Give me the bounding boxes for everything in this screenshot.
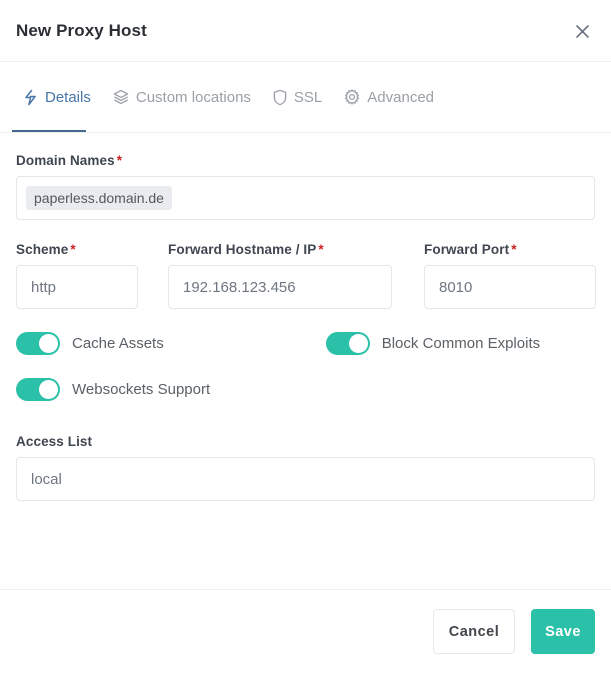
cache-assets-toggle[interactable] [16,332,60,355]
forward-hostname-input[interactable]: 192.168.123.456 [168,265,392,309]
access-list-label: Access List [16,434,93,449]
toggle-row-two: Websockets Support [16,378,595,401]
domain-names-label: Domain Names * [16,153,123,168]
required-marker: * [318,242,324,257]
forward-hostname-label: Forward Hostname / IP * [168,242,324,257]
access-list-select[interactable]: local [16,457,595,501]
gear-icon [344,89,360,105]
layers-icon [113,89,129,105]
block-common-exploits-toggle[interactable] [325,332,370,355]
tab-bar: Details Custom locations SSL Advanced [0,62,611,132]
active-tab-indicator [12,130,86,132]
forward-settings-row: Scheme * http Forward Hostname / IP * 192.… [16,242,596,309]
access-list-field: Access List local [16,434,595,501]
scheme-input[interactable]: http [16,265,138,309]
page-title: New Proxy Host [16,20,147,40]
new-proxy-host-modal: New Proxy Host Details Custom locations … [0,0,611,673]
required-marker: * [511,242,517,257]
forward-port-label: Forward Port * [424,242,517,257]
tab-details-label: Details [45,88,91,106]
block-common-exploits-group: Block Common Exploits [325,332,541,355]
modal-header: New Proxy Host [0,0,611,61]
tab-custom-locations-label: Custom locations [135,88,251,106]
required-marker: * [70,242,76,257]
scheme-label: Scheme * [16,242,76,257]
tab-details[interactable]: Details [12,62,102,132]
save-button[interactable]: Save [531,609,595,654]
forward-port-field: Forward Port * 8010 [424,242,596,309]
tab-ssl-label: SSL [293,88,323,106]
required-marker: * [116,153,123,168]
scheme-field: Scheme * http [16,242,138,309]
modal-body: Domain Names * paperless.domain.de Scheme… [0,133,611,589]
tab-ssl[interactable]: SSL [262,62,333,132]
domain-tag[interactable]: paperless.domain.de [26,185,172,211]
tab-advanced-label: Advanced [367,88,434,106]
websockets-support-group: Websockets Support [16,378,210,401]
forward-hostname-field: Forward Hostname / IP * 192.168.123.456 [168,242,392,309]
tab-advanced[interactable]: Advanced [333,62,445,132]
websockets-support-label: Websockets Support [72,381,211,398]
tab-custom-locations[interactable]: Custom locations [102,62,262,132]
shield-icon [273,89,287,106]
cancel-button[interactable]: Cancel [433,609,515,654]
domain-names-input[interactable]: paperless.domain.de [16,176,595,220]
modal-footer: Cancel Save [0,590,611,673]
domain-names-field: Domain Names * paperless.domain.de [16,153,595,220]
cache-assets-label: Cache Assets [72,335,164,352]
block-common-exploits-label: Block Common Exploits [381,335,541,352]
bolt-icon [23,89,38,106]
forward-port-input[interactable]: 8010 [424,265,596,309]
toggle-row-one: Cache Assets Block Common Exploits [16,332,595,355]
close-icon[interactable] [569,18,595,44]
websockets-support-toggle[interactable] [16,378,60,401]
cache-assets-group: Cache Assets [16,332,164,355]
